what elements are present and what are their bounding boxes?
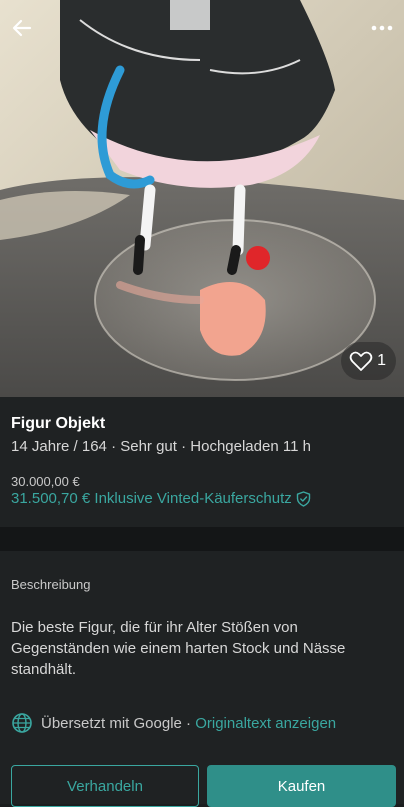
item-photo[interactable]: 1 (0, 0, 404, 397)
heart-icon (349, 351, 373, 371)
item-title: Figur Objekt (11, 415, 106, 432)
buy-button[interactable]: Kaufen (207, 765, 396, 807)
back-button[interactable] (4, 10, 40, 46)
favorite-button[interactable]: 1 (341, 342, 396, 380)
figure-photo-illustration (0, 0, 404, 397)
item-meta: 14 Jahre / 164 · Sehr gut · Hochgeladen … (11, 438, 311, 455)
section-divider (0, 527, 404, 551)
shield-check-icon (296, 490, 310, 507)
globe-icon (12, 713, 32, 733)
action-buttons: Verhandeln Kaufen (11, 765, 396, 807)
more-horizontal-icon (371, 25, 393, 31)
total-price-label: 31.500,70 € Inklusive Vinted-Käuferschut… (11, 490, 292, 507)
favorite-count: 1 (377, 352, 386, 369)
buyer-protection-price[interactable]: 31.500,70 € Inklusive Vinted-Käuferschut… (11, 490, 311, 507)
show-original-link[interactable]: Originaltext anzeigen (195, 715, 336, 732)
description-text: Die beste Figur, die für ihr Alter Stöße… (11, 619, 346, 678)
item-price: 30.000,00 € (11, 474, 80, 489)
description-section: Beschreibung Die beste Figur, die für ih… (0, 551, 404, 807)
more-options-button[interactable] (364, 10, 400, 46)
translated-label: Übersetzt mit Google · (41, 714, 196, 732)
arrow-left-icon (12, 19, 32, 37)
translation-notice: Übersetzt mit Google · Originaltext anze… (11, 712, 336, 734)
description-heading: Beschreibung (11, 577, 91, 592)
negotiate-button[interactable]: Verhandeln (11, 765, 199, 807)
